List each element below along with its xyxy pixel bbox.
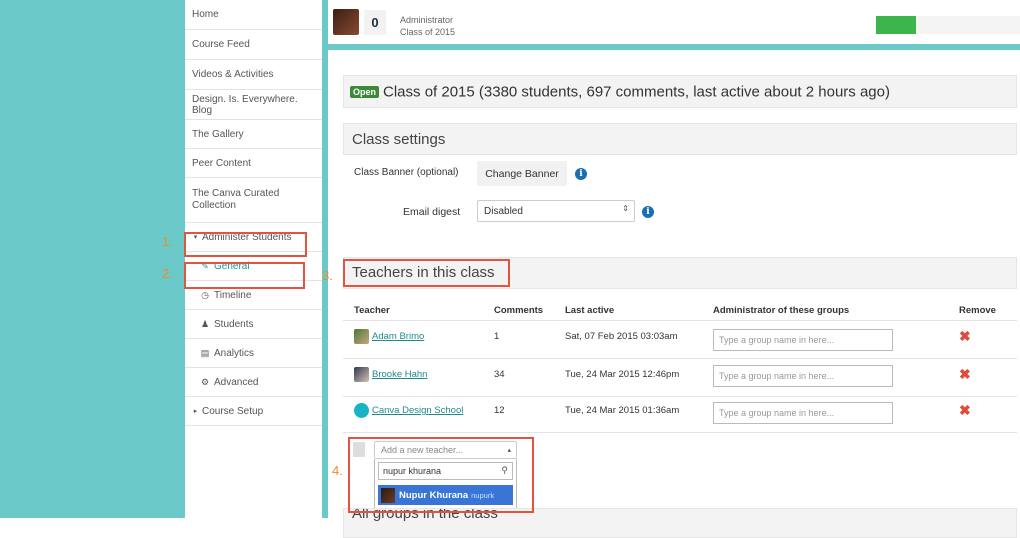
column-header: Teacher [354,305,390,316]
sidebar-item-students[interactable]: ♟ Students [185,310,322,339]
highlight-box [348,437,534,513]
clock-icon: ◷ [201,289,209,300]
avatar [354,329,369,344]
divider [343,358,1017,359]
column-header: Comments [494,305,544,316]
section-title: Class settings [352,131,446,148]
annotation-step-4: 4. [332,463,343,478]
email-digest-select[interactable]: Disabled ⇕ [477,200,635,222]
select-arrows-icon: ⇕ [622,204,629,213]
change-banner-button[interactable]: Change Banner [477,161,567,186]
group-input[interactable]: Type a group name in here... [713,402,893,424]
annotation-step-3: 3. [322,268,333,283]
user-role: Administrator [400,15,454,25]
banner-label: Class Banner (optional) [354,167,459,178]
column-header: Remove [959,305,996,316]
annotation-step-2: 2. [162,266,173,281]
email-digest-label: Email digest [403,206,461,218]
sidebar-item-videos[interactable]: Videos & Activities [185,60,322,90]
comment-count: 1 [494,331,500,342]
progress-indicator [876,16,916,34]
comment-count: 34 [494,369,505,380]
progress-track [916,16,1020,34]
sidebar-item-peer-content[interactable]: Peer Content [185,149,322,178]
sidebar-item-blog[interactable]: Design. Is. Everywhere. Blog [185,90,322,120]
sidebar-item-home[interactable]: Home [185,0,322,30]
remove-icon[interactable]: ✖ [959,402,971,419]
user-class: Class of 2015 [400,27,456,37]
canva-logo-icon [354,403,369,418]
notification-count[interactable]: 0 [364,10,386,35]
column-header: Last active [565,305,615,316]
info-icon[interactable]: i [642,206,654,218]
chart-icon: ▤ [200,347,210,358]
last-active: Tue, 24 Mar 2015 01:36am [565,405,680,416]
highlight-box [343,259,510,287]
gears-icon: ⚙ [200,376,210,387]
remove-icon[interactable]: ✖ [959,366,971,383]
remove-icon[interactable]: ✖ [959,328,971,345]
page-title: Class of 2015 (3380 students, 697 commen… [383,83,890,101]
caret-right-icon: ▸ [193,408,198,415]
divider [343,396,1017,397]
sidebar-item-analytics[interactable]: ▤ Analytics [185,339,322,368]
last-active: Tue, 24 Mar 2015 12:46pm [565,369,680,380]
divider [343,432,1017,433]
teacher-link[interactable]: Canva Design School [372,405,463,416]
highlight-box [184,262,305,289]
sidebar-item-advanced[interactable]: ⚙ Advanced [185,368,322,397]
column-header: Administrator of these groups [713,305,850,316]
avatar[interactable] [333,9,359,35]
last-active: Sat, 07 Feb 2015 03:03am [565,331,678,342]
teacher-link[interactable]: Adam Brimo [372,331,424,342]
sidebar-item-course-feed[interactable]: Course Feed [185,30,322,60]
status-badge: Open [350,85,380,98]
group-input[interactable]: Type a group name in here... [713,365,893,387]
class-settings-header: Class settings [343,123,1017,155]
content-gutter [322,0,328,518]
sidebar-item-course-setup[interactable]: ▸ Course Setup [185,397,322,426]
sidebar-nav: Home Course Feed Videos & Activities Des… [185,0,323,440]
comment-count: 12 [494,405,505,416]
info-icon[interactable]: i [575,168,587,180]
divider [343,320,1017,321]
annotation-step-1: 1. [162,234,173,249]
highlight-box [184,232,307,257]
sidebar-item-curated-collection[interactable]: The Canva Curated Collection [185,178,322,223]
top-bar: 0 Administrator Class of 2015 [328,0,1020,50]
class-header: Open Class of 2015 (3380 students, 697 co… [343,75,1017,108]
avatar [354,367,369,382]
sidebar-item-gallery[interactable]: The Gallery [185,120,322,149]
user-icon: ♟ [200,318,210,329]
group-input[interactable]: Type a group name in here... [713,329,893,351]
teacher-link[interactable]: Brooke Hahn [372,369,427,380]
page-background [0,0,185,518]
